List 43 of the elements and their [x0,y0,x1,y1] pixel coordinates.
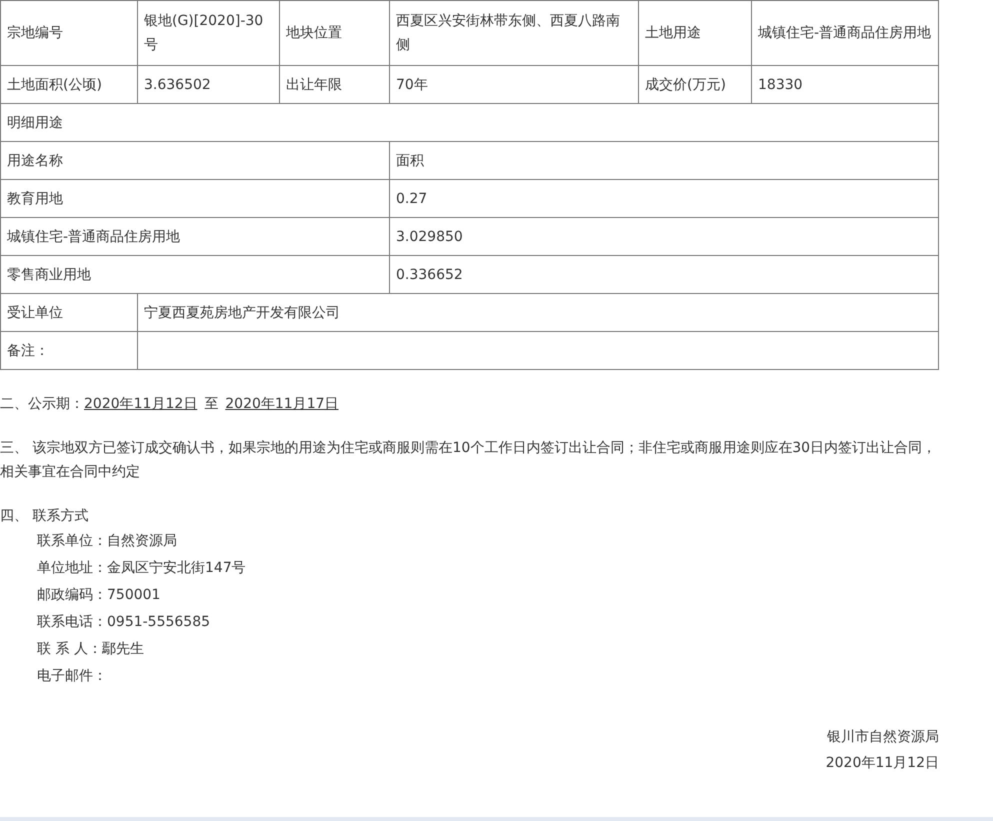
field-label: 土地用途 [638,0,752,66]
field-value: 银地(G)[2020]-30号 [138,0,280,66]
field-value: 70年 [390,66,638,104]
contact-label: 单位地址： [37,560,107,576]
field-label: 受让单位 [0,294,138,332]
contact-value: 金凤区宁安北街147号 [107,560,246,576]
field-label: 成交价(万元) [638,66,752,104]
field-label: 出让年限 [280,66,390,104]
contact-label: 电子邮件： [37,668,107,684]
underlined-date: 2020年11月12日 [84,396,198,412]
field-label: 备注： [0,332,138,370]
table-cell: 教育用地 [0,180,390,218]
separator-text: 至 [204,396,218,412]
contact-label: 联 系 人： [37,641,102,657]
field-value: 宁夏西夏苑房地产开发有限公司 [138,294,938,332]
contact-value: 750001 [107,587,160,603]
table-cell: 0.336652 [390,256,938,294]
table-cell: 3.029850 [390,218,938,256]
underlined-date: 2020年11月17日 [225,396,339,412]
column-header: 面积 [390,142,938,180]
field-value: 西夏区兴安街林带东侧、西夏八路南侧 [390,0,638,66]
issuer-name: 银川市自然资源局 [827,728,939,747]
contact-label: 联系单位： [37,533,107,549]
section-heading: 四、 联系方式 [0,507,90,526]
field-label: 宗地编号 [0,0,138,66]
table-cell: 零售商业用地 [0,256,390,294]
section-title: 明细用途 [0,104,938,142]
field-value: 3.636502 [138,66,280,104]
contact-value: 鄢先生 [102,641,144,657]
table-cell: 城镇住宅-普通商品住房用地 [0,218,390,256]
publicity-label: 二、公示期： [0,396,84,412]
field-label: 地块位置 [280,0,390,66]
column-header: 用途名称 [0,142,390,180]
contact-label: 邮政编码： [37,587,107,603]
table-cell: 0.27 [390,180,938,218]
contact-value: 0951-5556585 [107,614,210,630]
clause-paragraph: 三、 该宗地双方已签订成交确认书，如果宗地的用途为住宅或商服则需在10个工作日内签订出让合同；非住宅或商服用途则应在30日内签订出让合同，相关事宜在合同中约定 [0,439,938,482]
field-label: 土地面积(公顷) [0,66,138,104]
field-value: 城镇住宅-普通商品住房用地 [752,0,938,66]
contact-label: 联系电话： [37,614,107,630]
contact-value: 自然资源局 [107,533,177,549]
field-value: 18330 [752,66,938,104]
issue-date: 2020年11月12日 [826,754,939,773]
